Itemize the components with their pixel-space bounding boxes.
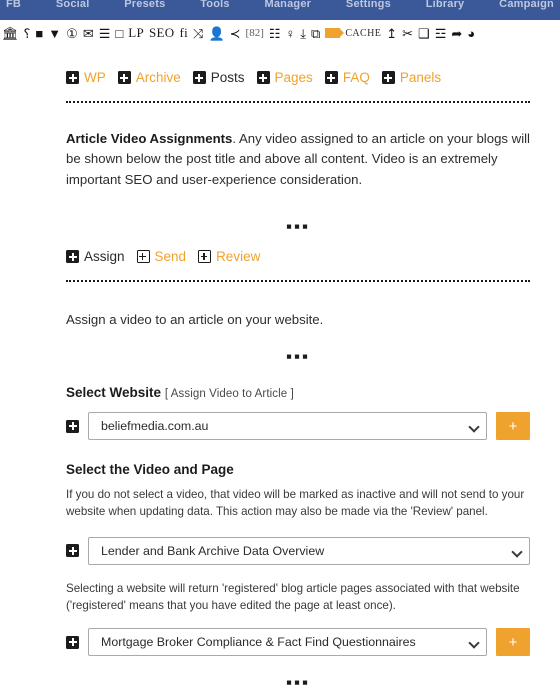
- video-camera-icon[interactable]: [325, 28, 345, 38]
- breadcrumb-tab-label: Panels: [399, 70, 442, 85]
- list-icon[interactable]: ☰: [99, 27, 111, 40]
- plug-icon[interactable]: ⸮: [24, 27, 31, 40]
- website-select-wrapper: beliefmedia.com.au: [88, 412, 487, 441]
- frame-icon[interactable]: □: [115, 27, 123, 40]
- section-separator-dots-2: ▪▪▪: [285, 347, 311, 367]
- breadcrumb-tab-panels[interactable]: Panels: [381, 70, 442, 85]
- action-tab-row: Assign Send Review: [66, 235, 530, 264]
- video-select-wrapper: Lender and Bank Archive Data Overview: [88, 536, 530, 565]
- info-circle-icon[interactable]: ①: [66, 27, 78, 40]
- plus-icon-faq: [324, 71, 338, 84]
- landing-page-label[interactable]: LP: [128, 25, 144, 41]
- seo-label[interactable]: SEO: [149, 25, 174, 41]
- select-page-row: Mortgage Broker Compliance & Fact Find Q…: [66, 628, 530, 657]
- topnav-item-campaign[interactable]: Campaign: [499, 0, 554, 10]
- select-website-row: beliefmedia.com.au +: [66, 412, 530, 441]
- count-badge[interactable]: [82]: [246, 27, 264, 39]
- plus-icon-pages: [256, 71, 270, 84]
- fi-label[interactable]: fi: [179, 25, 188, 41]
- page-select-wrapper: Mortgage Broker Compliance & Fact Find Q…: [88, 628, 487, 657]
- action-tab-assign[interactable]: Assign: [66, 249, 125, 264]
- action-tab-label: Send: [154, 249, 187, 265]
- plus-icon-review: [198, 250, 212, 264]
- forward-arrow-icon[interactable]: ➦: [451, 27, 462, 40]
- topnav-item-social[interactable]: Social: [56, 0, 90, 10]
- section-separator-dots-3: ▪▪▪: [285, 673, 311, 692]
- breadcrumb-tab-label: FAQ: [342, 70, 370, 85]
- bank-icon[interactable]: 🏛: [2, 27, 19, 40]
- expand-plus-icon-page[interactable]: [66, 635, 79, 649]
- topnav-item-settings[interactable]: Settings: [346, 0, 391, 10]
- breadcrumb-tab-label: Pages: [274, 70, 313, 85]
- action-tab-send[interactable]: Send: [136, 249, 187, 265]
- add-page-button[interactable]: +: [496, 628, 530, 657]
- registered-pages-note: Selecting a website will return 'registe…: [66, 581, 520, 612]
- breadcrumb-tab-row: WP Archive Posts Pages FAQ Panels: [66, 46, 530, 85]
- video-inactive-note: If you do not select a video, that video…: [66, 488, 525, 518]
- action-tab-label: Review: [216, 249, 261, 265]
- filter-funnel-icon[interactable]: ▼: [48, 27, 61, 40]
- breadcrumb-tab-posts[interactable]: Posts: [192, 70, 245, 85]
- breadcrumb-tab-label: WP: [84, 70, 106, 85]
- page-select[interactable]: Mortgage Broker Compliance & Fact Find Q…: [88, 628, 487, 657]
- top-navigation-bar: FB Social Presets Tools Manager Settings Libra…: [0, 0, 560, 20]
- pie-chart-icon[interactable]: ◕: [467, 27, 475, 40]
- breadcrumb-tab-pages[interactable]: Pages: [256, 70, 313, 85]
- bullet-list-icon[interactable]: ☲: [435, 27, 447, 40]
- inbox-icon[interactable]: ✉: [83, 27, 94, 40]
- shuffle-icon[interactable]: ⤨: [193, 27, 203, 40]
- box-icon[interactable]: ■: [35, 27, 43, 40]
- divider-top: [66, 101, 530, 103]
- file-upload-icon[interactable]: ↥: [386, 27, 397, 40]
- location-pin-icon[interactable]: ♀: [286, 27, 296, 40]
- video-select[interactable]: Lender and Bank Archive Data Overview: [88, 536, 530, 565]
- topnav-item-tools[interactable]: Tools: [200, 0, 230, 10]
- breadcrumb-tab-wp[interactable]: WP: [66, 70, 106, 85]
- plus-icon-archive: [117, 71, 131, 84]
- add-website-button[interactable]: +: [496, 412, 530, 441]
- user-icon[interactable]: 👤: [208, 27, 224, 40]
- scissors-icon[interactable]: ✂: [402, 27, 413, 40]
- icon-toolbar: 🏛 ⸮ ■ ▼ ① ✉ ☰ □ LP SEO fi ⤨ 👤 ≺ [82] ☷ ♀ ⤓ ⧉ CACHE ↥ ✂ ❑ ☲ ➦ ◕: [0, 20, 560, 46]
- plus-icon-wp: [66, 71, 79, 84]
- intro-paragraph: Article Video Assignments. Any video ass…: [66, 129, 530, 190]
- expand-plus-icon-video[interactable]: [66, 544, 79, 558]
- cache-label[interactable]: CACHE: [345, 28, 381, 39]
- select-video-row: Lender and Bank Archive Data Overview: [66, 536, 530, 565]
- breadcrumb-tab-label: Posts: [210, 70, 245, 85]
- action-tab-label: Assign: [84, 249, 125, 265]
- topnav-item-presets[interactable]: Presets: [124, 0, 165, 10]
- breadcrumb-tab-label: Archive: [135, 70, 181, 85]
- action-tab-review[interactable]: Review: [198, 249, 260, 264]
- download-icon[interactable]: ⤓: [300, 27, 306, 40]
- plus-icon-posts: [192, 71, 206, 84]
- section-separator-dots-1: ▪▪▪: [285, 217, 311, 237]
- main-content: WP Archive Posts Pages FAQ Panels Article Vid…: [0, 46, 560, 691]
- intro-bold-title: Article Video Assignments: [66, 131, 233, 146]
- divider-middle: [66, 280, 530, 283]
- topnav-item-fb[interactable]: FB: [6, 0, 21, 10]
- plus-icon-panels: [381, 71, 395, 84]
- topnav-item-manager[interactable]: Manager: [264, 0, 311, 10]
- breadcrumb-tab-archive[interactable]: Archive: [117, 70, 181, 85]
- plus-icon-send: [136, 250, 150, 264]
- plus-icon-assign: [66, 250, 79, 264]
- archive-box-icon[interactable]: ❑: [418, 27, 430, 40]
- assign-description: Assign a video to an article on your web…: [66, 312, 324, 328]
- expand-plus-icon-website[interactable]: [66, 419, 79, 433]
- share-box-icon[interactable]: ⧉: [311, 27, 320, 40]
- select-website-title: Select Website: [66, 385, 162, 401]
- topnav-item-library[interactable]: Library: [426, 0, 465, 10]
- breadcrumb-tab-faq[interactable]: FAQ: [324, 70, 370, 85]
- website-select[interactable]: beliefmedia.com.au: [88, 412, 487, 441]
- share-icon[interactable]: ≺: [230, 27, 241, 40]
- select-website-subtitle: [ Assign Video to Article ]: [164, 388, 294, 401]
- select-video-page-heading: Select the Video and Page: [66, 462, 234, 478]
- form-icon[interactable]: ☷: [269, 27, 281, 40]
- select-website-heading: Select Website [ Assign Video to Article…: [66, 385, 530, 400]
